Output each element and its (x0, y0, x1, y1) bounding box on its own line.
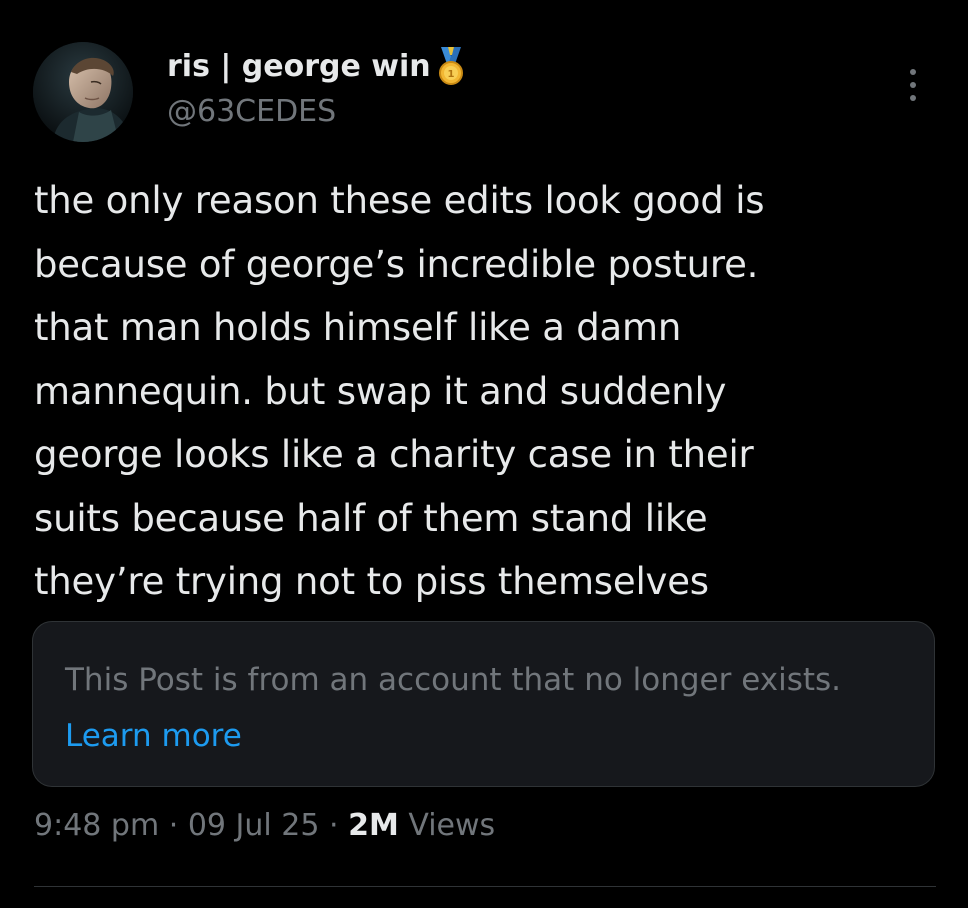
more-dot (910, 95, 916, 101)
more-options-icon[interactable] (898, 60, 928, 110)
meta-separator: · (328, 808, 339, 843)
more-dot (910, 69, 916, 75)
learn-more-link[interactable]: Learn more (65, 718, 242, 754)
post-date[interactable]: 09 Jul 25 (188, 808, 320, 843)
author-handle[interactable]: @63CEDES (167, 94, 336, 129)
more-dot (910, 82, 916, 88)
author-display-name-row[interactable]: ris | george win 1 (167, 44, 465, 88)
post-text: the only reason these edits look good is… (34, 179, 765, 603)
author-display-name[interactable]: ris | george win (167, 49, 431, 84)
avatar[interactable] (33, 42, 133, 142)
notice-message: This Post is from an account that no lon… (65, 662, 842, 698)
divider (34, 886, 936, 887)
notice-text-block: This Post is from an account that no lon… (65, 652, 905, 764)
meta-separator: · (168, 808, 179, 843)
views-label: Views (408, 808, 496, 843)
svg-text:1: 1 (447, 69, 454, 80)
post-metadata: 9:48 pm · 09 Jul 25 · 2M Views (34, 808, 495, 843)
avatar-image (33, 42, 133, 142)
post-time[interactable]: 9:48 pm (34, 808, 159, 843)
views-count[interactable]: 2M (348, 808, 399, 843)
post: ris | george win 1 @63CEDES the only rea… (0, 0, 968, 908)
gold-medal-icon: 1 (437, 46, 465, 86)
unavailable-account-notice: This Post is from an account that no lon… (32, 621, 935, 787)
